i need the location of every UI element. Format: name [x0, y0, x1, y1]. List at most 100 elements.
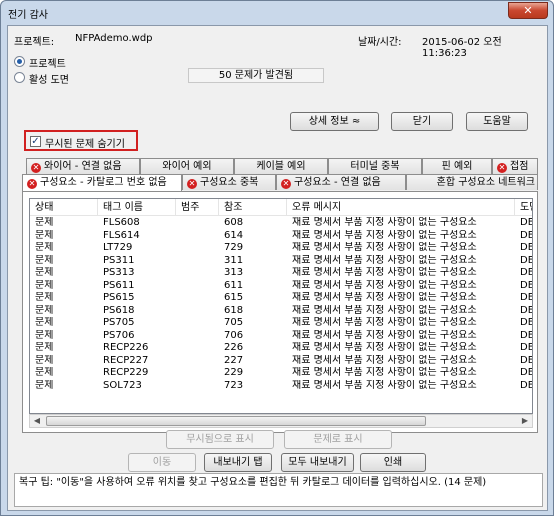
- move-button[interactable]: 이동: [128, 453, 196, 472]
- table-row[interactable]: 문제 PS311 311 재료 명세서 부품 지정 사항이 없는 구성요소 DE: [30, 254, 533, 267]
- table-row[interactable]: 문제 RECP227 227 재료 명세서 부품 지정 사항이 없는 구성요소 DE: [30, 354, 533, 367]
- table-row[interactable]: 문제 RECP229 229 재료 명세서 부품 지정 사항이 없는 구성요소 DE: [30, 367, 533, 379]
- active-drawing-radio[interactable]: [14, 72, 25, 83]
- table-row[interactable]: 문제 PS706 706 재료 명세서 부품 지정 사항이 없는 구성요소 DE: [30, 329, 532, 342]
- tab-row-front: ✕ 구성요소 - 카탈로그 번호 없음 ✕ 구성요소 중복 ✕ 구성요소 - 연결 없…: [22, 174, 538, 191]
- column-header-category[interactable]: 범주: [176, 199, 219, 216]
- cell-error-message: 재료 명세서 부품 지정 사항이 없는 구성요소: [292, 317, 477, 328]
- table-row[interactable]: 문제 FLS614 614 재료 명세서 부품 지정 사항이 없는 구성요소 DE: [30, 230, 532, 242]
- cell-tag-name: PS313: [103, 267, 135, 278]
- mark-problem-button[interactable]: 문제로 표시: [284, 430, 392, 449]
- cell-drawing: DE: [520, 279, 533, 291]
- cell-category: [176, 355, 219, 367]
- table-row[interactable]: 문제 PS313 313 재료 명세서 부품 지정 사항이 없는 구성요소 DE: [30, 267, 532, 279]
- export-all-button[interactable]: 모두 내보내기: [281, 453, 354, 472]
- export-tab-button[interactable]: 내보내기 탭: [204, 453, 272, 472]
- scrollbar-thumb[interactable]: [46, 416, 426, 426]
- scroll-left-icon[interactable]: ◀: [30, 415, 44, 427]
- error-icon: ✕: [281, 179, 291, 189]
- cell-tag-name: RECP226: [103, 342, 149, 353]
- cell-status: 문제: [35, 329, 54, 341]
- cell-reference: 313: [224, 267, 244, 278]
- scroll-right-icon[interactable]: ▶: [518, 415, 532, 427]
- tab-mixed-component-network[interactable]: 혼합 구성요소 네트워크: [406, 174, 538, 190]
- cell-status: 문제: [35, 342, 54, 353]
- print-button[interactable]: 인쇄: [360, 453, 426, 472]
- table-row[interactable]: 문제 RECP226 226 재료 명세서 부품 지정 사항이 없는 구성요소 DE: [30, 342, 533, 354]
- window-title: 전기 감사: [8, 10, 48, 21]
- cell-drawing: DE: [520, 342, 533, 353]
- cell-category: [176, 317, 219, 329]
- cell-error-message: 재료 명세서 부품 지정 사항이 없는 구성요소: [292, 279, 477, 291]
- problem-table: 상태 태그 이름 범주 참조 오류 메시지 도면 문제 FLS608 608 재료 명…: [29, 198, 533, 414]
- tab-wire-exception[interactable]: 와이어 예외: [140, 158, 234, 174]
- cell-error-message: 재료 명세서 부품 지정 사항이 없는 구성요소: [292, 254, 477, 266]
- close-button[interactable]: 닫기: [391, 112, 453, 131]
- tab-cable-exception[interactable]: 케이블 예외: [234, 158, 328, 174]
- cell-category: [176, 255, 219, 267]
- cell-category: [176, 242, 219, 254]
- table-row[interactable]: 문제 SOL723 723 재료 명세서 부품 지정 사항이 없는 구성요소 DE: [30, 379, 532, 392]
- tab-label: 혼합 구성요소 네트워크: [436, 177, 535, 188]
- hide-ignored-checkbox[interactable]: ✓: [30, 136, 41, 147]
- hide-ignored-label: 무시된 문제 숨기기: [45, 139, 125, 150]
- help-button[interactable]: 도움말: [466, 112, 528, 131]
- tab-component-duplicate[interactable]: ✕ 구성요소 중복: [182, 174, 276, 190]
- column-header-status[interactable]: 상태: [30, 199, 98, 216]
- column-header-reference[interactable]: 참조: [219, 199, 287, 216]
- cell-category: [176, 217, 219, 229]
- tab-label: 구성요소 - 연결 없음: [294, 177, 381, 188]
- cell-status: 문제: [35, 354, 54, 366]
- cell-drawing: DE: [520, 242, 533, 253]
- table-row[interactable]: 문제 LT729 729 재료 명세서 부품 지정 사항이 없는 구성요소 DE: [30, 242, 533, 254]
- project-value: NFPAdemo.wdp: [75, 33, 153, 44]
- cell-tag-name: PS705: [103, 317, 135, 328]
- column-header-error-message[interactable]: 오류 메시지: [287, 199, 515, 216]
- cell-status: 문제: [35, 304, 54, 316]
- table-row[interactable]: 문제 PS618 618 재료 명세서 부품 지정 사항이 없는 구성요소 DE: [30, 304, 532, 317]
- cell-tag-name: PS618: [103, 304, 135, 316]
- table-header: 상태 태그 이름 범주 참조 오류 메시지 도면: [30, 199, 532, 216]
- column-header-drawing[interactable]: 도면: [515, 199, 532, 216]
- tab-component-no-connection[interactable]: ✕ 구성요소 - 연결 없음: [276, 174, 406, 190]
- details-button[interactable]: 상세 정보 ≈: [290, 112, 379, 131]
- column-header-tag-name[interactable]: 태그 이름: [98, 199, 176, 216]
- tab-contact[interactable]: ✕ 접점: [492, 158, 538, 174]
- project-label: 프로젝트:: [14, 37, 55, 48]
- table-row[interactable]: 문제 FLS608 608 재료 명세서 부품 지정 사항이 없는 구성요소 DE: [30, 217, 533, 229]
- cell-error-message: 재료 명세서 부품 지정 사항이 없는 구성요소: [292, 267, 477, 278]
- table-row[interactable]: 문제 PS611 611 재료 명세서 부품 지정 사항이 없는 구성요소 DE: [30, 279, 533, 292]
- cell-drawing: DE: [520, 367, 533, 378]
- horizontal-scrollbar[interactable]: ◀ ▶: [29, 414, 533, 428]
- cell-drawing: DE: [520, 292, 533, 303]
- cell-category: [176, 230, 219, 242]
- cell-category: [176, 330, 219, 342]
- tab-pin-exception[interactable]: 핀 예외: [422, 158, 492, 174]
- electrical-audit-window: 전기 감사 ✕ 프로젝트: NFPAdemo.wdp 날짜/시간: 2015-0…: [0, 0, 554, 516]
- cell-reference: 608: [224, 217, 244, 228]
- table-row[interactable]: 문제 PS705 705 재료 명세서 부품 지정 사항이 없는 구성요소 DE: [30, 317, 532, 329]
- mark-ignored-button[interactable]: 무시됨으로 표시: [166, 430, 274, 449]
- cell-tag-name: RECP227: [103, 354, 149, 366]
- cell-reference: 729: [224, 242, 244, 253]
- cell-drawing: DE: [520, 217, 533, 228]
- cell-status: 문제: [35, 317, 54, 328]
- cell-tag-name: RECP229: [103, 367, 149, 378]
- cell-error-message: 재료 명세서 부품 지정 사항이 없는 구성요소: [292, 379, 477, 391]
- tab-label: 케이블 예외: [256, 161, 306, 172]
- project-radio[interactable]: [14, 56, 25, 67]
- cell-drawing: DE: [520, 354, 533, 366]
- tab-label: 구성요소 중복: [200, 177, 259, 188]
- cell-status: 문제: [35, 217, 54, 228]
- cell-status: 문제: [35, 267, 54, 278]
- cell-drawing: DE: [520, 254, 533, 266]
- tab-wire-no-connection[interactable]: ✕ 와이어 - 연결 없음: [26, 158, 140, 174]
- tab-label: 와이어 예외: [162, 161, 212, 172]
- close-window-button[interactable]: ✕: [508, 2, 548, 19]
- tab-component-no-catalog[interactable]: ✕ 구성요소 - 카탈로그 번호 없음: [22, 174, 182, 191]
- title-bar[interactable]: 전기 감사 ✕: [1, 1, 553, 25]
- cell-tag-name: PS611: [103, 279, 135, 291]
- table-row[interactable]: 문제 PS615 615 재료 명세서 부품 지정 사항이 없는 구성요소 DE: [30, 292, 533, 304]
- tab-terminal-duplicate[interactable]: 터미널 중복: [328, 158, 422, 174]
- cell-reference: 618: [224, 304, 244, 316]
